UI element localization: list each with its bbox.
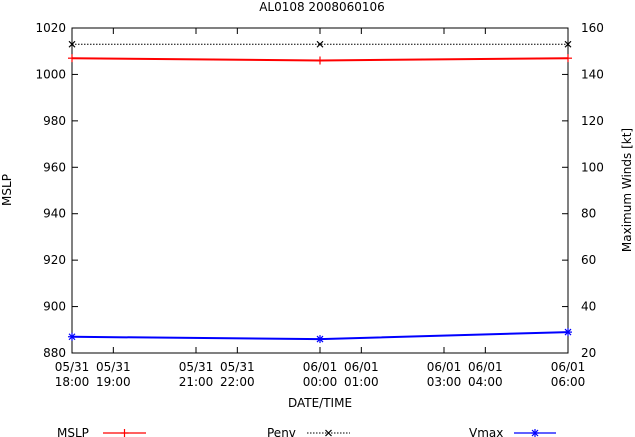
data-point-mslp [68, 54, 76, 63]
data-point-vmax [68, 332, 76, 341]
x-tick-label-date: 05/31 [220, 360, 255, 374]
y-tick-label: 1020 [35, 21, 66, 35]
x-tick-label-time: 01:00 [344, 375, 379, 389]
x-tick-label-time: 18:00 [55, 375, 90, 389]
x-tick-label-date: 06/01 [303, 360, 338, 374]
y2-tick-label: 140 [581, 67, 604, 81]
y-tick-label: 900 [43, 300, 66, 314]
y-tick-label: 880 [43, 346, 66, 360]
legend-marker-vmax [531, 429, 539, 437]
y2-tick-label: 60 [581, 253, 596, 267]
legend-marker-mslp [120, 429, 129, 437]
legend-label-vmax: Vmax [469, 426, 503, 437]
chart: AL0108 2008060106 8809009209409609801000… [0, 0, 634, 437]
x-tick-label-time: 00:00 [303, 375, 338, 389]
y-tick-label: 960 [43, 160, 66, 174]
data-point-vmax [316, 335, 324, 344]
y2-tick-label: 120 [581, 114, 604, 128]
data-point-mslp [316, 56, 324, 65]
y2-tick-label: 160 [581, 21, 604, 35]
x-tick-label-date: 06/01 [344, 360, 379, 374]
x-tick-label-date: 06/01 [468, 360, 503, 374]
x-tick-label-date: 05/31 [179, 360, 214, 374]
x-tick-label-date: 05/31 [55, 360, 90, 374]
y-axis-left: 880 900 920 940 960 980 1000 1020 [35, 21, 568, 360]
legend: MSLP Penv Vmax [57, 426, 556, 437]
y2-tick-label: 100 [581, 160, 604, 174]
y2-tick-label: 80 [581, 207, 596, 221]
plot-frame [71, 27, 569, 354]
chart-title: AL0108 2008060106 [259, 0, 385, 14]
legend-label-penv: Penv [267, 426, 296, 437]
x-tick-label-time: 19:00 [96, 375, 131, 389]
x-tick-label-time: 04:00 [468, 375, 503, 389]
data-point-mslp [564, 54, 572, 63]
y-tick-label: 940 [43, 207, 66, 221]
x-tick-label-time: 06:00 [551, 375, 586, 389]
plot-area [68, 40, 572, 344]
y2-tick-label: 40 [581, 300, 596, 314]
y-axis-right: 20 40 60 80 100 120 140 160 [581, 21, 604, 360]
y-tick-label: 980 [43, 114, 66, 128]
x-tick-label-time: 03:00 [427, 375, 462, 389]
legend-label-mslp: MSLP [57, 426, 89, 437]
data-point-vmax [564, 328, 572, 337]
y2-tick-label: 20 [581, 346, 596, 360]
y2-axis-label: Maximum Winds [kt] [620, 128, 634, 252]
x-tick-label-time: 21:00 [179, 375, 214, 389]
x-tick-label-date: 05/31 [96, 360, 131, 374]
y-tick-label: 920 [43, 253, 66, 267]
y-tick-label: 1000 [35, 67, 66, 81]
x-tick-label-time: 22:00 [220, 375, 255, 389]
y-axis-label: MSLP [0, 174, 14, 206]
x-axis-label: DATE/TIME [288, 396, 352, 410]
x-tick-label-date: 06/01 [427, 360, 462, 374]
x-tick-label-date: 06/01 [551, 360, 586, 374]
